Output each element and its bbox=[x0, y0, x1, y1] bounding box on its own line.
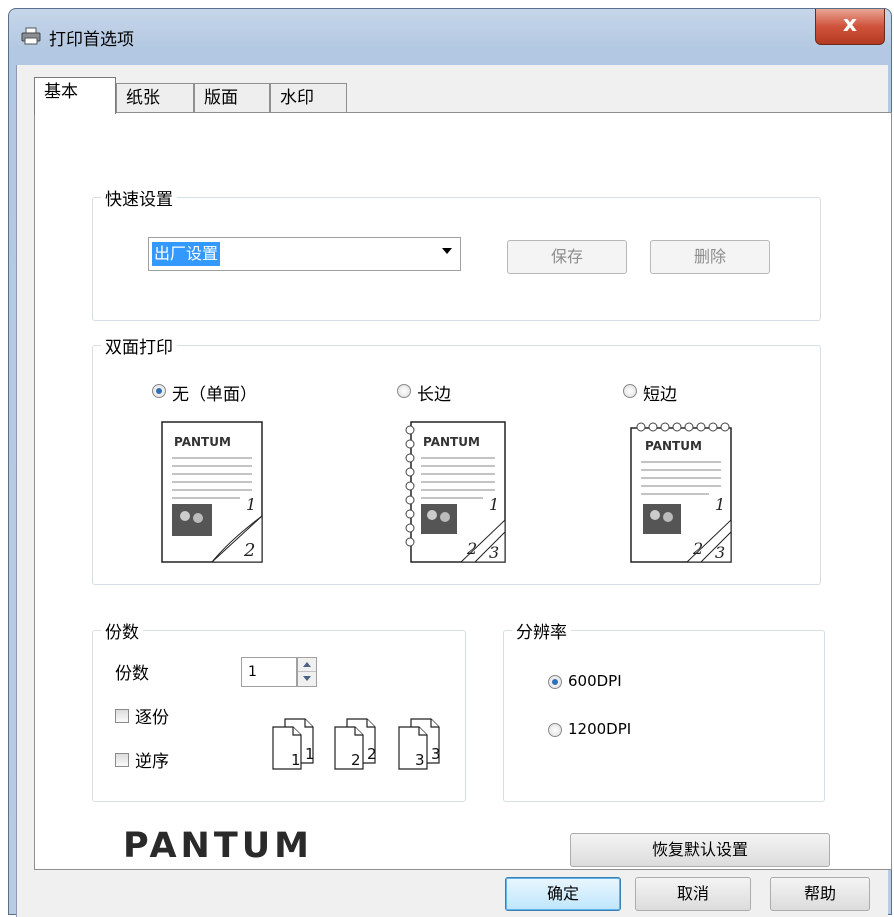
duplex-group: 双面打印 无（单面） 长边 短边 PANTUM 2 1 PANTUM 2 3 1… bbox=[92, 333, 821, 585]
duplex-short-edge-radio[interactable] bbox=[623, 384, 637, 398]
resolution-1200-label[interactable]: 1200DPI bbox=[568, 720, 631, 738]
resolution-600-radio[interactable] bbox=[548, 675, 562, 689]
long-edge-preview-icon: PANTUM 2 3 1 bbox=[405, 421, 506, 563]
resolution-1200-radio[interactable] bbox=[548, 723, 562, 737]
tab-label: 水印 bbox=[280, 88, 314, 108]
duplex-none-label[interactable]: 无（单面） bbox=[172, 380, 257, 405]
arrow-down-icon[interactable] bbox=[298, 672, 316, 686]
page-number-1: 1 bbox=[246, 495, 256, 514]
page-number-2: 2 bbox=[466, 539, 477, 558]
close-icon: x bbox=[842, 12, 858, 37]
resolution-group: 分辨率 600DPI 1200DPI bbox=[503, 618, 825, 802]
window-title: 打印首选项 bbox=[49, 30, 134, 50]
tab-paper[interactable]: 纸张 bbox=[116, 83, 194, 113]
page-number-3: 3 bbox=[489, 543, 499, 562]
copy-number-1: 1 bbox=[291, 751, 301, 769]
brand-text: PANTUM bbox=[423, 435, 480, 449]
reverse-order-label[interactable]: 逆序 bbox=[135, 747, 169, 772]
tab-watermark[interactable]: 水印 bbox=[270, 83, 347, 113]
quick-settings-group: 快速设置 出厂设置 保存 删除 bbox=[92, 185, 821, 321]
copies-group: 份数 份数 1 逐份 逆序 1 1 2 2 3 3 bbox=[92, 618, 466, 802]
collate-preview-icon: 1 1 2 2 3 3 bbox=[272, 718, 441, 770]
brand-text: PANTUM bbox=[645, 439, 702, 453]
title-bar[interactable]: 打印首选项 x bbox=[9, 9, 891, 53]
page-number-1: 1 bbox=[715, 495, 725, 514]
arrow-up-icon[interactable] bbox=[298, 658, 316, 672]
brand-text: PANTUM bbox=[174, 435, 231, 449]
collate-label[interactable]: 逐份 bbox=[135, 703, 169, 728]
pantum-logo: PANTUM bbox=[123, 826, 313, 866]
chevron-down-icon[interactable] bbox=[442, 248, 452, 254]
resolution-600-label[interactable]: 600DPI bbox=[568, 672, 622, 690]
reverse-order-checkbox[interactable] bbox=[115, 753, 129, 767]
dropdown-value: 出厂设置 bbox=[152, 242, 221, 266]
tab-label: 版面 bbox=[204, 88, 238, 108]
tab-basic[interactable]: 基本 bbox=[34, 77, 116, 114]
cancel-button[interactable]: 取消 bbox=[635, 877, 751, 911]
ok-button[interactable]: 确定 bbox=[505, 877, 621, 911]
tab-panel-basic: 快速设置 出厂设置 保存 删除 双面打印 无（单面） 长边 短边 PANTUM … bbox=[34, 112, 892, 870]
copies-input[interactable]: 1 bbox=[241, 657, 297, 687]
duplex-long-edge-radio[interactable] bbox=[397, 384, 411, 398]
page-number-1: 1 bbox=[489, 495, 499, 514]
group-title: 双面打印 bbox=[101, 333, 177, 358]
restore-defaults-button[interactable]: 恢复默认设置 bbox=[570, 833, 830, 867]
page-number-2: 2 bbox=[692, 539, 703, 558]
duplex-long-edge-label[interactable]: 长边 bbox=[417, 380, 451, 405]
dialog-body: 基本 纸张 版面 水印 快速设置 出厂设置 保存 删除 双面打印 无（单面） 长… bbox=[16, 65, 892, 917]
tab-label: 纸张 bbox=[126, 88, 160, 108]
collate-checkbox[interactable] bbox=[115, 709, 129, 723]
copies-label: 份数 bbox=[115, 664, 149, 684]
quick-settings-dropdown[interactable]: 出厂设置 bbox=[148, 237, 461, 271]
short-edge-preview-icon: PANTUM 2 3 1 bbox=[630, 422, 732, 563]
page-number-2: 2 bbox=[243, 540, 255, 561]
save-button[interactable]: 保存 bbox=[507, 240, 627, 274]
duplex-short-edge-label[interactable]: 短边 bbox=[643, 380, 677, 405]
delete-button[interactable]: 删除 bbox=[650, 240, 770, 274]
simplex-preview-icon: PANTUM 2 1 bbox=[161, 421, 263, 563]
copy-number-3: 3 bbox=[431, 745, 441, 763]
copies-stepper[interactable] bbox=[297, 657, 317, 687]
help-button[interactable]: 帮助 bbox=[770, 877, 870, 911]
printer-icon bbox=[21, 27, 41, 45]
copy-number-3: 3 bbox=[415, 751, 425, 769]
copy-number-1: 1 bbox=[305, 745, 315, 763]
page-number-3: 3 bbox=[715, 543, 725, 562]
print-preferences-window: 打印首选项 x 基本 纸张 版面 水印 快速设置 出厂设置 保存 删除 双面打印… bbox=[8, 8, 892, 917]
group-title: 份数 bbox=[101, 618, 143, 643]
group-title: 分辨率 bbox=[512, 618, 571, 643]
copy-number-2: 2 bbox=[351, 751, 361, 769]
group-title: 快速设置 bbox=[101, 185, 177, 210]
close-button[interactable]: x bbox=[815, 9, 885, 45]
copy-number-2: 2 bbox=[367, 745, 377, 763]
tab-layout[interactable]: 版面 bbox=[194, 83, 270, 113]
duplex-none-radio[interactable] bbox=[152, 384, 166, 398]
tab-label: 基本 bbox=[44, 82, 78, 102]
